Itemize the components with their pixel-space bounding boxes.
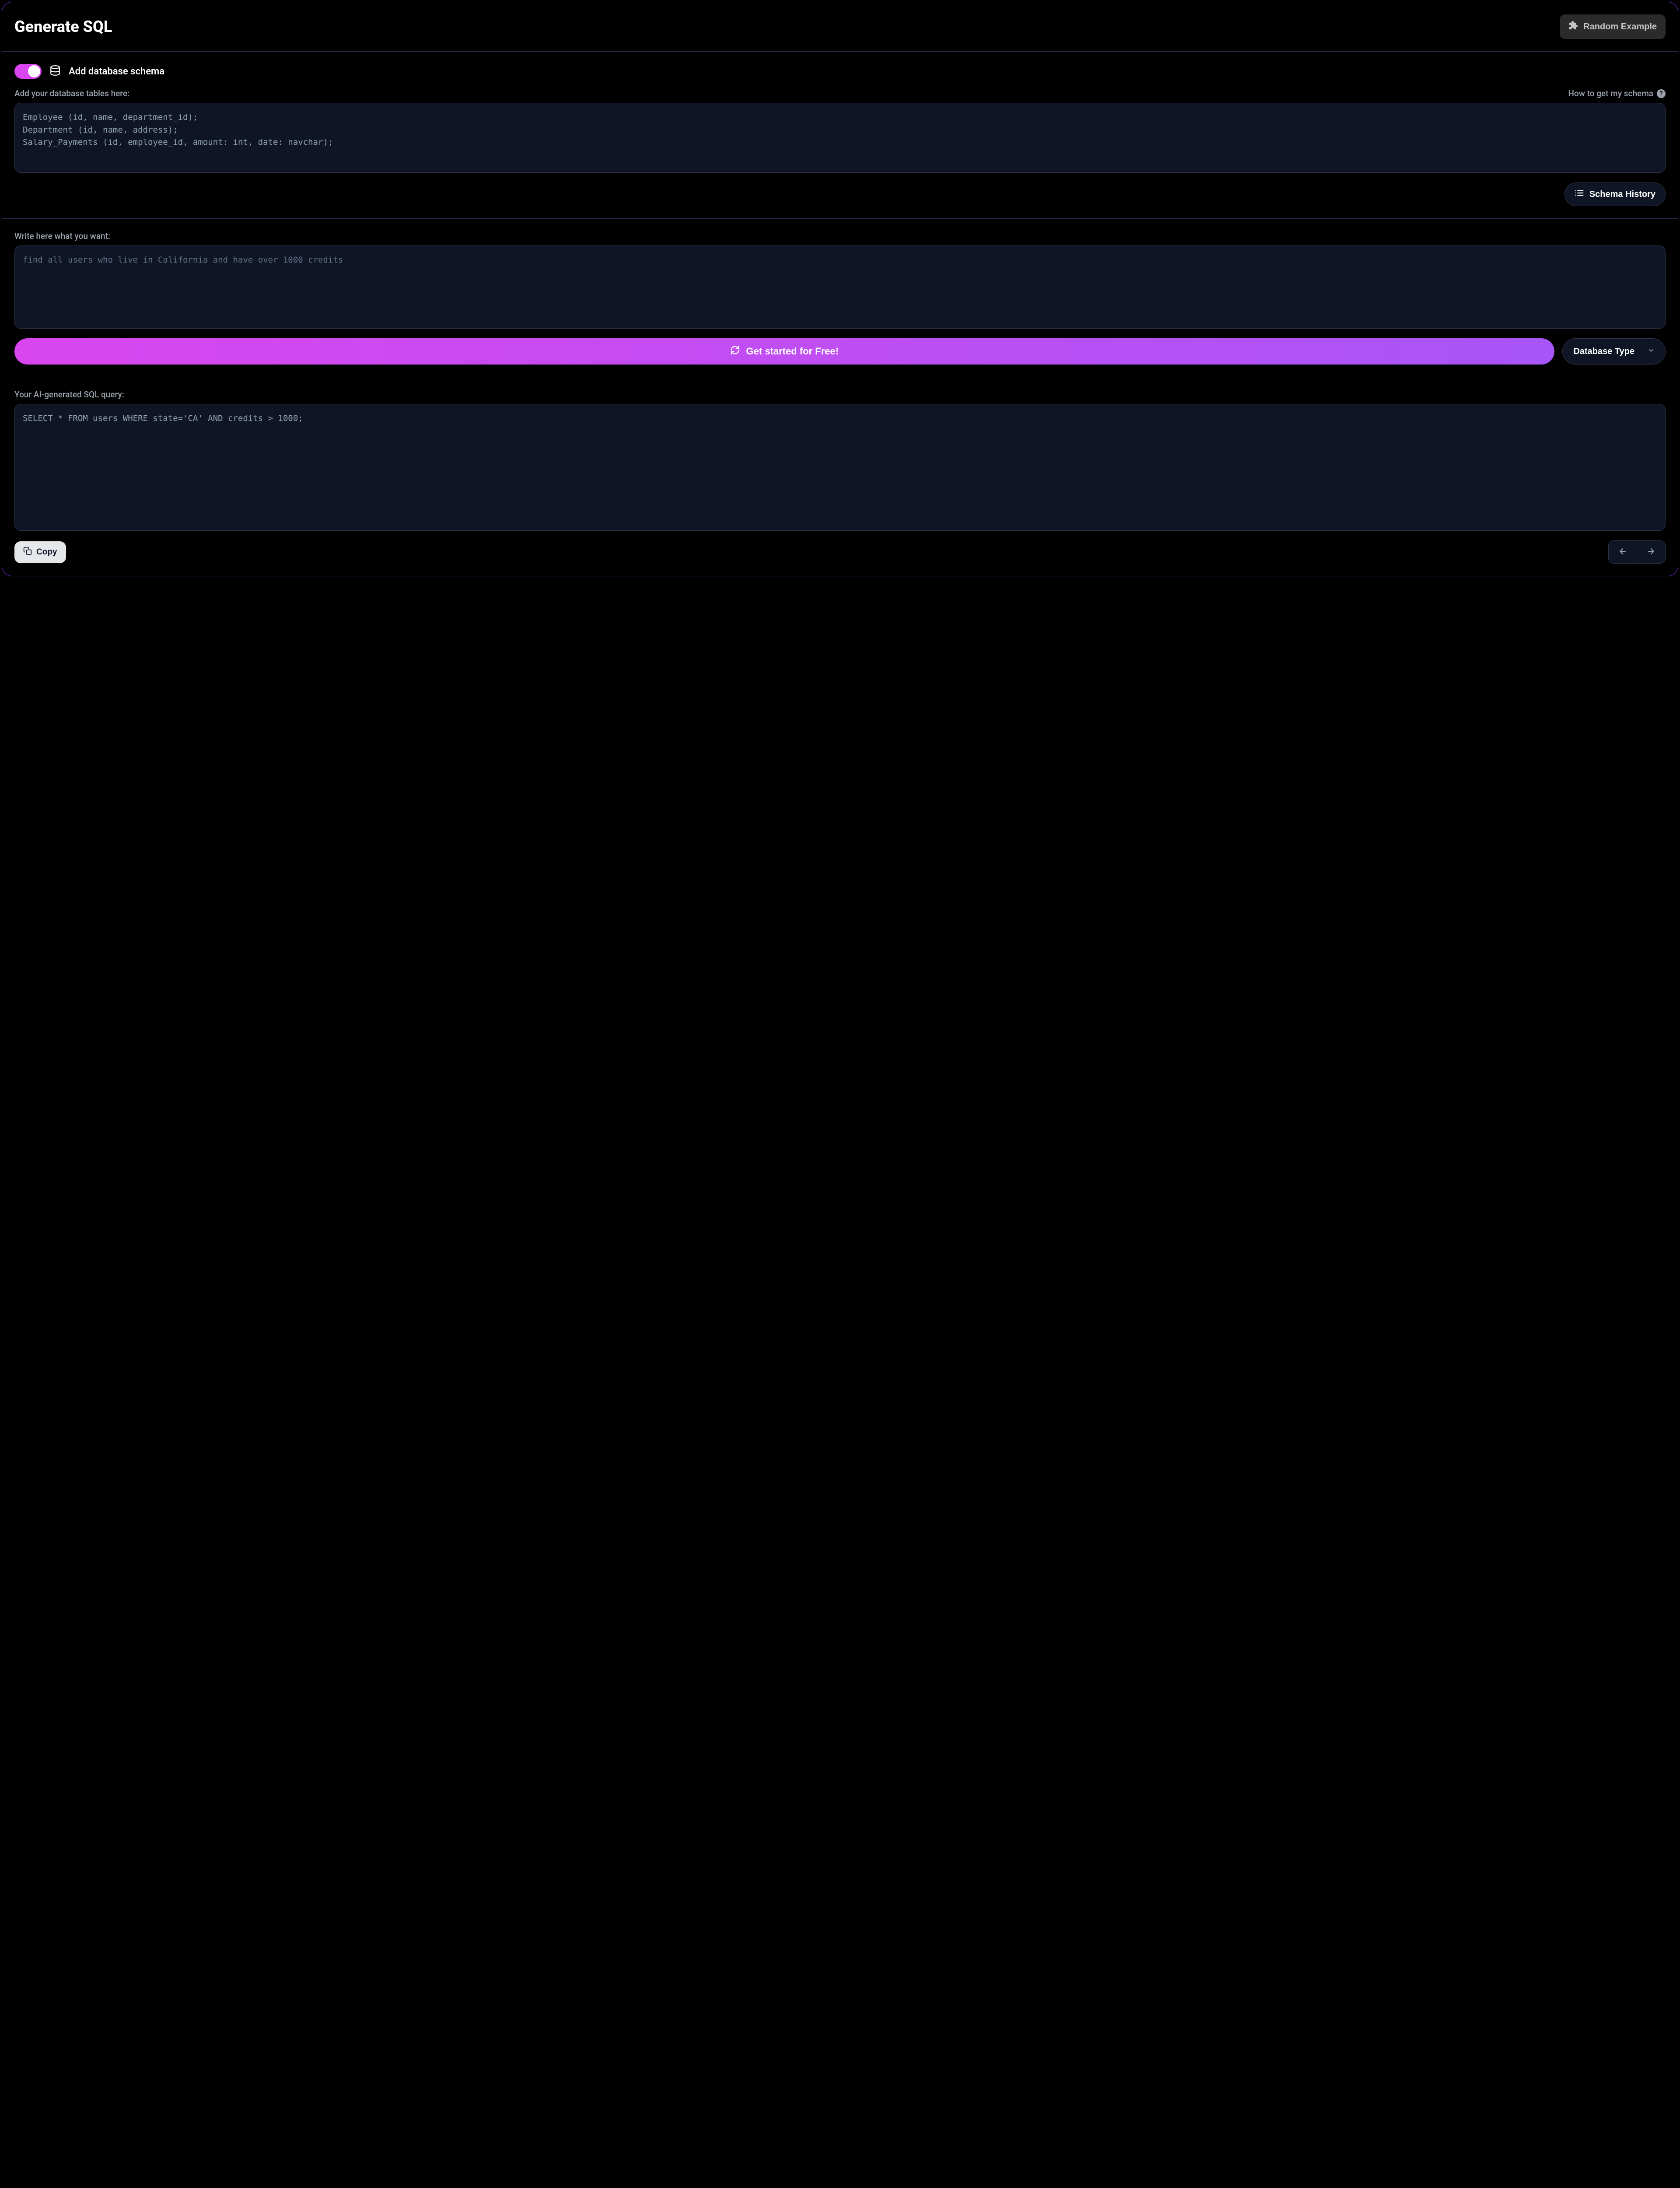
random-example-button[interactable]: Random Example: [1560, 14, 1666, 39]
schema-history-row: Schema History: [14, 182, 1666, 206]
copy-button[interactable]: Copy: [14, 541, 66, 563]
result-section: Your AI-generated SQL query: Copy: [2, 377, 1678, 576]
schema-input[interactable]: [14, 103, 1666, 173]
chevron-down-icon: [1648, 347, 1655, 357]
schema-help-text: How to get my schema: [1568, 88, 1654, 98]
prompt-input[interactable]: [14, 245, 1666, 329]
header: Generate SQL Random Example: [2, 2, 1678, 52]
copy-icon: [23, 547, 32, 558]
copy-label: Copy: [36, 547, 57, 557]
get-started-button[interactable]: Get started for Free!: [14, 338, 1554, 365]
arrow-right-icon: [1647, 547, 1656, 557]
app-container: Generate SQL Random Example Add: [2, 2, 1678, 576]
result-output[interactable]: [14, 404, 1666, 531]
result-label-row: Your AI-generated SQL query:: [14, 389, 1666, 400]
cta-label: Get started for Free!: [746, 346, 839, 357]
random-example-label: Random Example: [1583, 22, 1657, 32]
prompt-section: Write here what you want: Get started fo…: [2, 219, 1678, 377]
dbtype-label: Database Type: [1573, 347, 1634, 357]
arrow-left-icon: [1618, 547, 1627, 557]
schema-toggle[interactable]: [14, 64, 42, 79]
schema-history-button[interactable]: Schema History: [1564, 182, 1666, 206]
schema-toggle-label: Add database schema: [69, 66, 164, 77]
schema-toggle-row: Add database schema: [14, 64, 1666, 79]
next-button[interactable]: [1637, 541, 1665, 563]
schema-help-link[interactable]: How to get my schema ?: [1568, 88, 1666, 98]
page-title: Generate SQL: [14, 18, 112, 36]
schema-section: Add database schema Add your database ta…: [2, 52, 1678, 219]
database-type-button[interactable]: Database Type: [1562, 338, 1666, 365]
schema-input-label: Add your database tables here:: [14, 88, 130, 98]
refresh-icon: [730, 345, 740, 358]
prev-button[interactable]: [1609, 541, 1637, 563]
puzzle-icon: [1568, 21, 1578, 33]
list-icon: [1575, 188, 1584, 200]
result-label: Your AI-generated SQL query:: [14, 389, 124, 400]
database-icon: [49, 65, 61, 78]
result-footer: Copy: [14, 540, 1666, 564]
action-row: Get started for Free! Database Type: [14, 338, 1666, 365]
prompt-label-row: Write here what you want:: [14, 231, 1666, 241]
help-icon: ?: [1657, 89, 1666, 98]
nav-buttons: [1608, 540, 1666, 564]
prompt-label: Write here what you want:: [14, 231, 110, 241]
toggle-knob: [28, 65, 40, 77]
schema-label-row: Add your database tables here: How to ge…: [14, 88, 1666, 98]
schema-history-label: Schema History: [1589, 189, 1656, 200]
